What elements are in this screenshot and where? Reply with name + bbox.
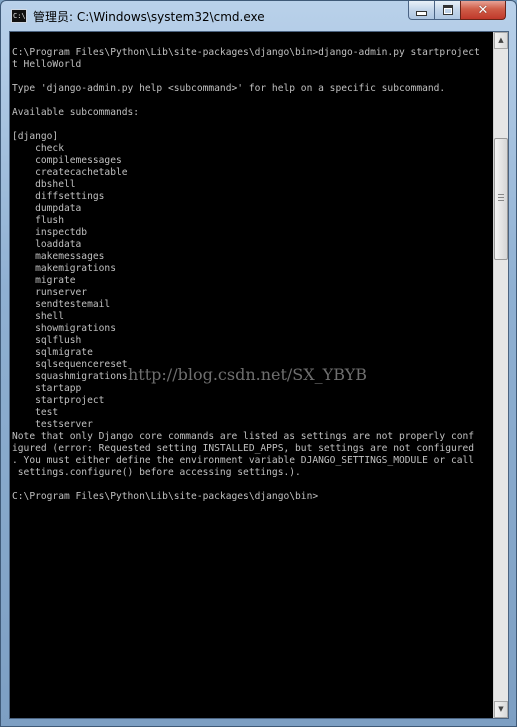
console-line: check [12,143,64,154]
console-line: startapp [12,383,82,394]
console-line: sqlsequencereset [12,359,128,370]
console-line: igured (error: Requested setting INSTALL… [12,443,475,454]
maximize-button[interactable] [434,1,461,20]
console-line: Type 'django-admin.py help <subcommand>'… [12,83,446,94]
console-line: test [12,407,59,418]
console-line: settings.configure() before accessing se… [12,467,301,478]
console-line: loaddata [12,239,82,250]
console-line: . You must either define the environment… [12,455,475,466]
maximize-icon [442,5,453,15]
minimize-button[interactable] [408,1,435,20]
console-line: diffsettings [12,191,105,202]
cmd-app-icon[interactable]: C:\ [11,9,27,23]
console-line: makemigrations [12,263,116,274]
console-line: compilemessages [12,155,122,166]
console-line: Note that only Django core commands are … [12,431,475,442]
console-line: C:\Program Files\Python\Lib\site-package… [12,47,480,58]
console-line: createcachetable [12,167,128,178]
console-text: C:\Program Files\Python\Lib\site-package… [10,32,493,503]
console-line: startproject [12,395,105,406]
close-button[interactable]: ✕ [460,1,506,20]
console-line: inspectdb [12,227,88,238]
console-client-area: C:\Program Files\Python\Lib\site-package… [9,31,509,719]
scroll-up-button[interactable]: ▲ [494,32,508,49]
thumb-grip-line [498,194,504,195]
scroll-down-button[interactable]: ▼ [494,701,508,718]
console-output[interactable]: C:\Program Files\Python\Lib\site-package… [10,32,493,718]
watermark-text: http://blog.csdn.net/SX_YBYB [128,365,368,384]
title-bar[interactable]: C:\ 管理员: C:\Windows\system32\cmd.exe ✕ [1,1,516,31]
console-line: dbshell [12,179,76,190]
console-line: t HelloWorld [12,59,82,70]
vertical-scrollbar[interactable]: ▲ ▼ [493,32,508,718]
console-line: dumpdata [12,203,82,214]
console-line: sqlflush [12,335,82,346]
console-line: shell [12,311,64,322]
close-icon: ✕ [477,2,489,18]
console-line: C:\Program Files\Python\Lib\site-package… [12,491,319,502]
console-line: [django] [12,131,59,142]
thumb-grip-line [498,200,504,201]
scroll-thumb[interactable] [494,138,508,260]
console-line: migrate [12,275,76,286]
window-title: 管理员: C:\Windows\system32\cmd.exe [33,10,265,24]
console-line: squashmigrations [12,371,128,382]
console-line: flush [12,215,64,226]
console-line: sendtestemail [12,299,111,310]
minimize-icon [416,10,427,16]
console-line: showmigrations [12,323,116,334]
console-line: runserver [12,287,88,298]
console-line: makemessages [12,251,105,262]
console-line: testserver [12,419,93,430]
thumb-grip-line [498,197,504,198]
console-line: Available subcommands: [12,107,140,118]
console-line: sqlmigrate [12,347,93,358]
cmd-window: C:\ 管理员: C:\Windows\system32\cmd.exe ✕ C… [0,0,517,727]
